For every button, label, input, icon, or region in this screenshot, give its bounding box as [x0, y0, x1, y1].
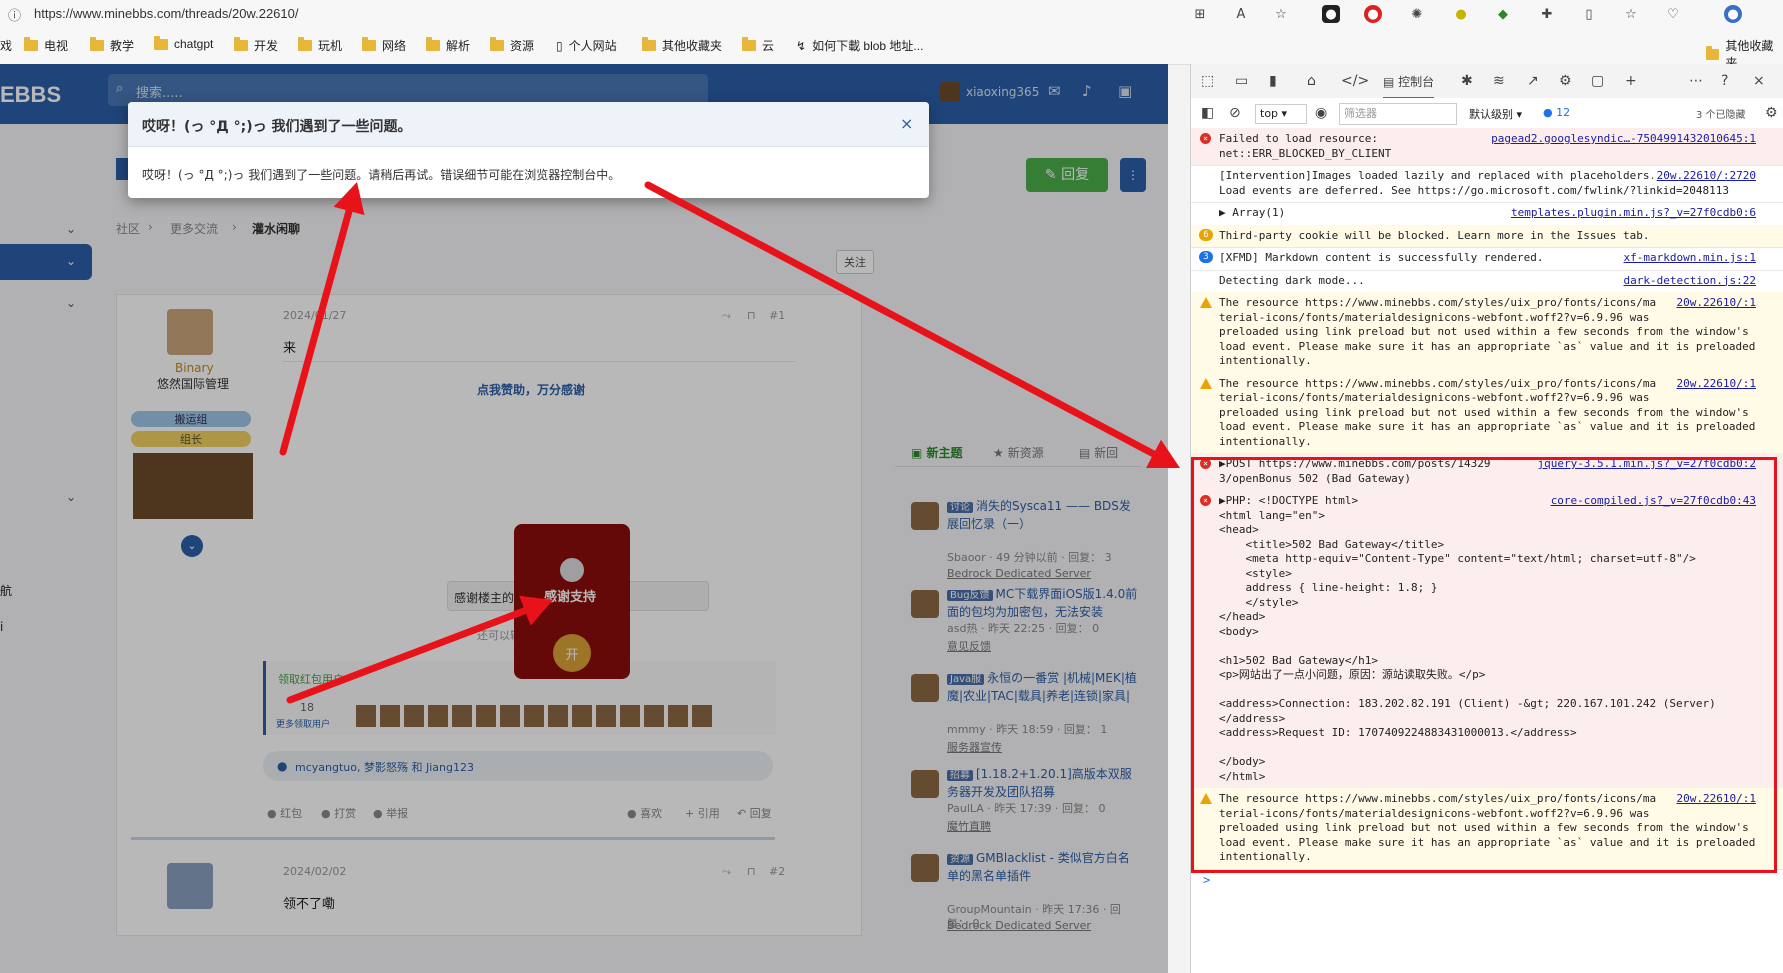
annotation-arrow-head	[333, 182, 365, 216]
annotation-arrow-line	[279, 199, 355, 456]
annotation-arrows	[279, 181, 1180, 704]
annotation-arrow-line	[644, 181, 1165, 462]
annotation-arrow-line	[286, 604, 536, 704]
